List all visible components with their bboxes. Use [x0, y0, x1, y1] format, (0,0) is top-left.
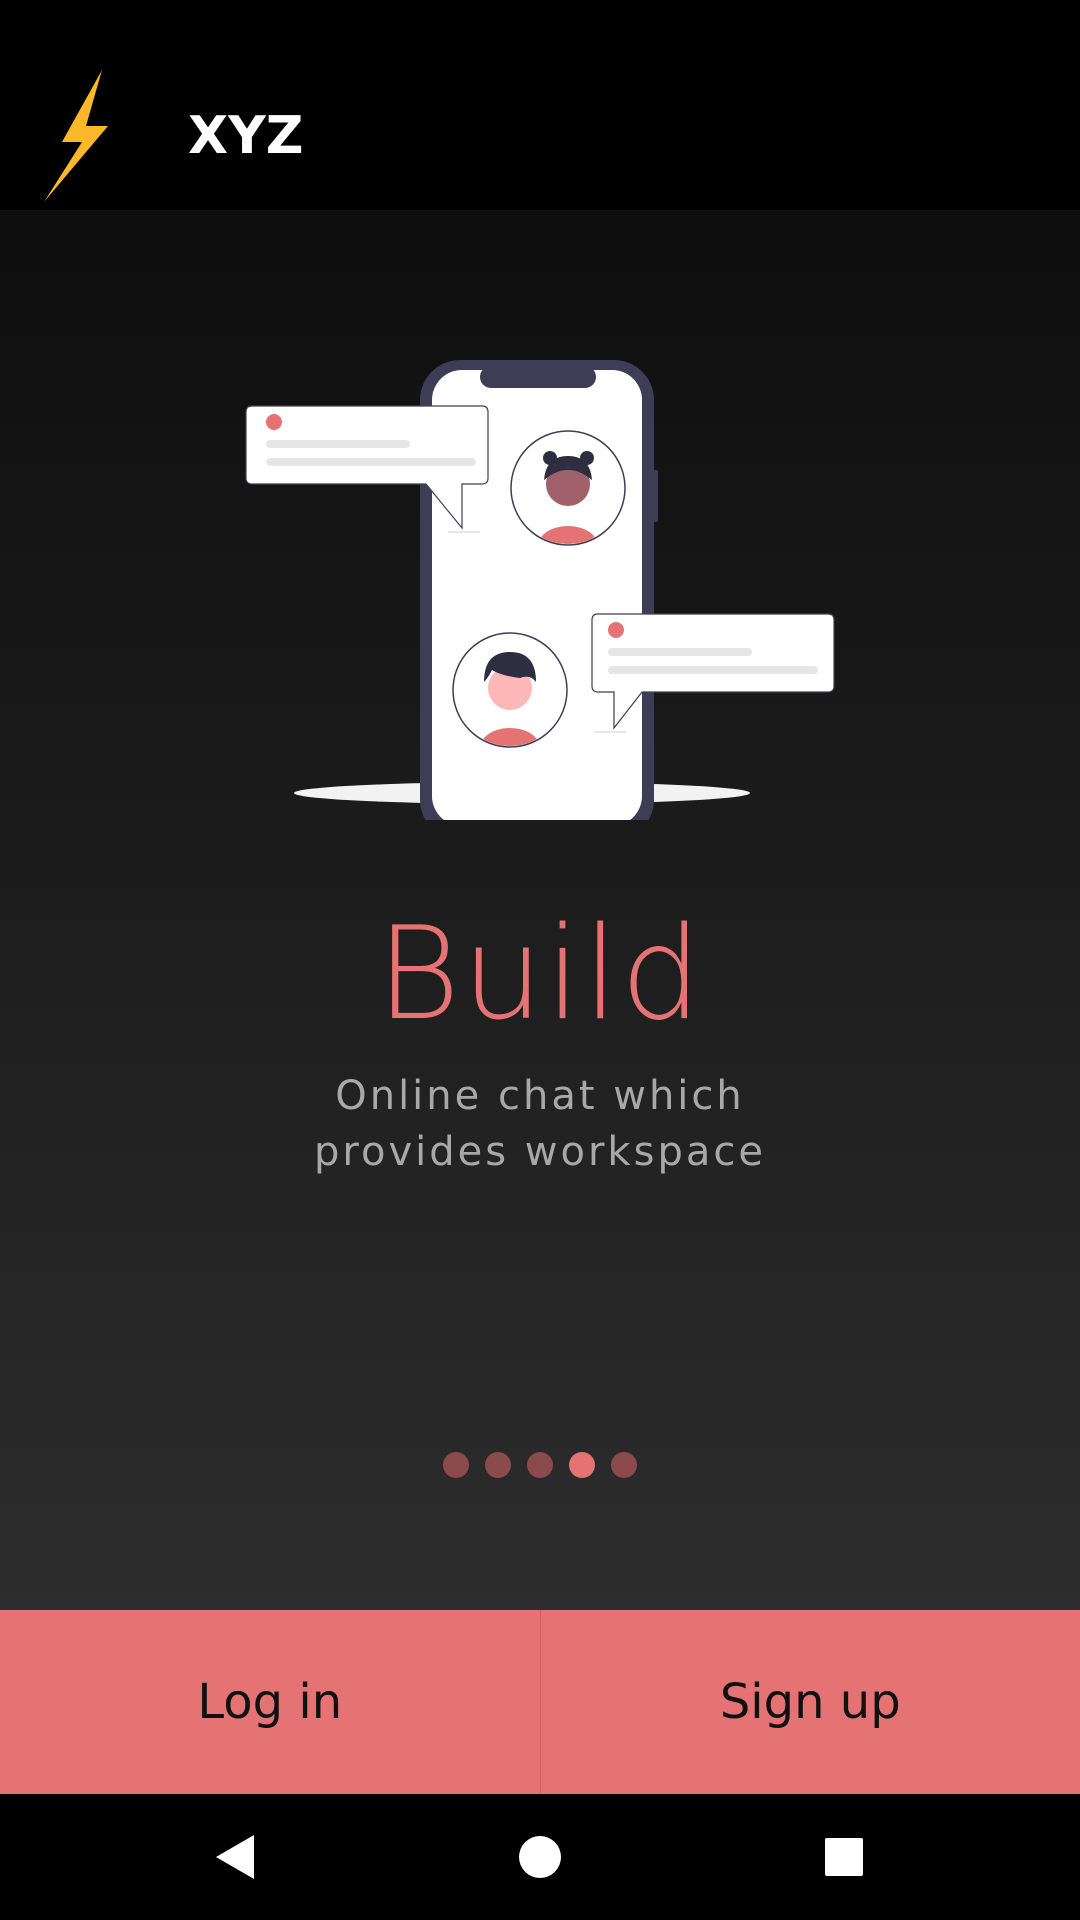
home-button[interactable]	[480, 1794, 600, 1920]
app-title: XYZ	[188, 106, 304, 166]
page-dot[interactable]	[611, 1452, 637, 1478]
onboarding-content: Build Online chat which provides workspa…	[0, 210, 1080, 1610]
slide-subtitle: Online chat which provides workspace	[314, 1073, 766, 1175]
recents-square-icon	[825, 1838, 863, 1876]
login-button[interactable]: Log in	[0, 1610, 540, 1794]
page-dot[interactable]	[527, 1452, 553, 1478]
signup-button[interactable]: Sign up	[540, 1610, 1080, 1794]
system-nav-bar	[0, 1794, 1080, 1920]
page-indicator[interactable]	[0, 1452, 1080, 1478]
page-dot[interactable]	[443, 1452, 469, 1478]
page-dot[interactable]	[485, 1452, 511, 1478]
back-button[interactable]	[176, 1794, 296, 1920]
lightning-bolt-icon	[44, 70, 108, 202]
back-triangle-icon	[216, 1835, 254, 1879]
slide-title: Build	[376, 900, 704, 1049]
app-bar: XYZ	[0, 0, 1080, 210]
home-circle-icon	[519, 1836, 561, 1878]
phone-chat-illustration	[245, 360, 835, 820]
page-dot-active[interactable]	[569, 1452, 595, 1478]
auth-actions: Log in Sign up	[0, 1610, 1080, 1794]
recents-button[interactable]	[784, 1794, 904, 1920]
